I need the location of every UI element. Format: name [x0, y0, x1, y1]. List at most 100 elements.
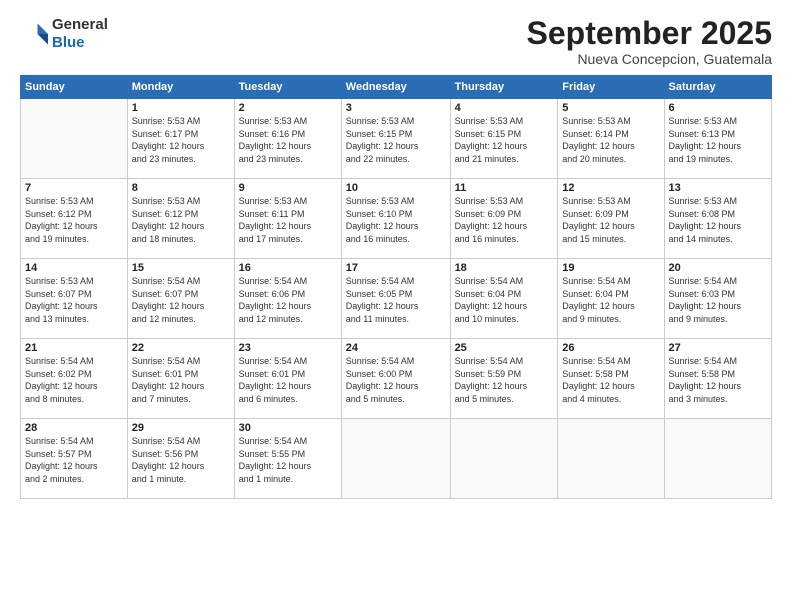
- day-info: Sunrise: 5:53 AM Sunset: 6:15 PM Dayligh…: [455, 115, 554, 165]
- day-info: Sunrise: 5:54 AM Sunset: 6:07 PM Dayligh…: [132, 275, 230, 325]
- day-number: 5: [562, 102, 659, 114]
- title-block: September 2025 Nueva Concepcion, Guatema…: [527, 16, 772, 67]
- calendar-cell: 16Sunrise: 5:54 AM Sunset: 6:06 PM Dayli…: [234, 259, 341, 339]
- day-info: Sunrise: 5:54 AM Sunset: 5:59 PM Dayligh…: [455, 355, 554, 405]
- day-number: 16: [239, 262, 337, 274]
- day-number: 27: [669, 342, 767, 354]
- header-cell-friday: Friday: [558, 76, 664, 99]
- day-info: Sunrise: 5:53 AM Sunset: 6:14 PM Dayligh…: [562, 115, 659, 165]
- header-cell-saturday: Saturday: [664, 76, 771, 99]
- day-number: 14: [25, 262, 123, 274]
- day-number: 30: [239, 422, 337, 434]
- header-row: SundayMondayTuesdayWednesdayThursdayFrid…: [21, 76, 772, 99]
- calendar-cell: 14Sunrise: 5:53 AM Sunset: 6:07 PM Dayli…: [21, 259, 128, 339]
- page: General Blue September 2025 Nueva Concep…: [0, 0, 792, 612]
- calendar-cell: 3Sunrise: 5:53 AM Sunset: 6:15 PM Daylig…: [341, 99, 450, 179]
- day-number: 1: [132, 102, 230, 114]
- calendar-cell: 10Sunrise: 5:53 AM Sunset: 6:10 PM Dayli…: [341, 179, 450, 259]
- day-number: 10: [346, 182, 446, 194]
- day-number: 13: [669, 182, 767, 194]
- calendar-cell: 5Sunrise: 5:53 AM Sunset: 6:14 PM Daylig…: [558, 99, 664, 179]
- logo-text: General Blue: [52, 16, 108, 52]
- header-cell-tuesday: Tuesday: [234, 76, 341, 99]
- calendar-week-4: 28Sunrise: 5:54 AM Sunset: 5:57 PM Dayli…: [21, 419, 772, 499]
- calendar-week-0: 1Sunrise: 5:53 AM Sunset: 6:17 PM Daylig…: [21, 99, 772, 179]
- calendar-cell: [664, 419, 771, 499]
- day-info: Sunrise: 5:54 AM Sunset: 5:58 PM Dayligh…: [562, 355, 659, 405]
- calendar-cell: 25Sunrise: 5:54 AM Sunset: 5:59 PM Dayli…: [450, 339, 558, 419]
- day-number: 24: [346, 342, 446, 354]
- day-info: Sunrise: 5:54 AM Sunset: 5:57 PM Dayligh…: [25, 435, 123, 485]
- calendar-cell: 26Sunrise: 5:54 AM Sunset: 5:58 PM Dayli…: [558, 339, 664, 419]
- calendar-table: SundayMondayTuesdayWednesdayThursdayFrid…: [20, 75, 772, 499]
- day-number: 7: [25, 182, 123, 194]
- calendar-cell: 7Sunrise: 5:53 AM Sunset: 6:12 PM Daylig…: [21, 179, 128, 259]
- day-number: 6: [669, 102, 767, 114]
- calendar-cell: [341, 419, 450, 499]
- day-info: Sunrise: 5:54 AM Sunset: 6:04 PM Dayligh…: [455, 275, 554, 325]
- day-info: Sunrise: 5:53 AM Sunset: 6:09 PM Dayligh…: [455, 195, 554, 245]
- day-number: 25: [455, 342, 554, 354]
- calendar-cell: 20Sunrise: 5:54 AM Sunset: 6:03 PM Dayli…: [664, 259, 771, 339]
- day-info: Sunrise: 5:54 AM Sunset: 6:01 PM Dayligh…: [239, 355, 337, 405]
- calendar-cell: 23Sunrise: 5:54 AM Sunset: 6:01 PM Dayli…: [234, 339, 341, 419]
- day-number: 8: [132, 182, 230, 194]
- header: General Blue September 2025 Nueva Concep…: [20, 16, 772, 67]
- calendar-cell: 9Sunrise: 5:53 AM Sunset: 6:11 PM Daylig…: [234, 179, 341, 259]
- calendar-cell: 12Sunrise: 5:53 AM Sunset: 6:09 PM Dayli…: [558, 179, 664, 259]
- logo-general: General: [52, 16, 108, 34]
- logo: General Blue: [20, 16, 108, 52]
- day-number: 11: [455, 182, 554, 194]
- day-info: Sunrise: 5:54 AM Sunset: 6:01 PM Dayligh…: [132, 355, 230, 405]
- day-number: 29: [132, 422, 230, 434]
- calendar-cell: 1Sunrise: 5:53 AM Sunset: 6:17 PM Daylig…: [127, 99, 234, 179]
- day-number: 2: [239, 102, 337, 114]
- day-info: Sunrise: 5:54 AM Sunset: 6:06 PM Dayligh…: [239, 275, 337, 325]
- day-number: 26: [562, 342, 659, 354]
- day-info: Sunrise: 5:53 AM Sunset: 6:17 PM Dayligh…: [132, 115, 230, 165]
- day-info: Sunrise: 5:53 AM Sunset: 6:11 PM Dayligh…: [239, 195, 337, 245]
- calendar-header: SundayMondayTuesdayWednesdayThursdayFrid…: [21, 76, 772, 99]
- day-info: Sunrise: 5:54 AM Sunset: 6:00 PM Dayligh…: [346, 355, 446, 405]
- day-info: Sunrise: 5:54 AM Sunset: 6:02 PM Dayligh…: [25, 355, 123, 405]
- calendar-cell: [450, 419, 558, 499]
- day-info: Sunrise: 5:53 AM Sunset: 6:07 PM Dayligh…: [25, 275, 123, 325]
- day-info: Sunrise: 5:53 AM Sunset: 6:16 PM Dayligh…: [239, 115, 337, 165]
- calendar-cell: 6Sunrise: 5:53 AM Sunset: 6:13 PM Daylig…: [664, 99, 771, 179]
- day-info: Sunrise: 5:53 AM Sunset: 6:13 PM Dayligh…: [669, 115, 767, 165]
- header-cell-wednesday: Wednesday: [341, 76, 450, 99]
- day-info: Sunrise: 5:54 AM Sunset: 5:58 PM Dayligh…: [669, 355, 767, 405]
- day-info: Sunrise: 5:54 AM Sunset: 5:56 PM Dayligh…: [132, 435, 230, 485]
- calendar-week-3: 21Sunrise: 5:54 AM Sunset: 6:02 PM Dayli…: [21, 339, 772, 419]
- day-info: Sunrise: 5:53 AM Sunset: 6:10 PM Dayligh…: [346, 195, 446, 245]
- calendar-cell: 4Sunrise: 5:53 AM Sunset: 6:15 PM Daylig…: [450, 99, 558, 179]
- day-number: 4: [455, 102, 554, 114]
- day-info: Sunrise: 5:53 AM Sunset: 6:09 PM Dayligh…: [562, 195, 659, 245]
- day-info: Sunrise: 5:53 AM Sunset: 6:08 PM Dayligh…: [669, 195, 767, 245]
- day-number: 17: [346, 262, 446, 274]
- day-number: 18: [455, 262, 554, 274]
- logo-icon: [20, 20, 48, 48]
- day-info: Sunrise: 5:54 AM Sunset: 6:04 PM Dayligh…: [562, 275, 659, 325]
- header-cell-sunday: Sunday: [21, 76, 128, 99]
- day-number: 15: [132, 262, 230, 274]
- calendar-cell: 8Sunrise: 5:53 AM Sunset: 6:12 PM Daylig…: [127, 179, 234, 259]
- day-info: Sunrise: 5:54 AM Sunset: 6:03 PM Dayligh…: [669, 275, 767, 325]
- calendar-cell: 30Sunrise: 5:54 AM Sunset: 5:55 PM Dayli…: [234, 419, 341, 499]
- day-number: 19: [562, 262, 659, 274]
- calendar-cell: [21, 99, 128, 179]
- day-info: Sunrise: 5:54 AM Sunset: 5:55 PM Dayligh…: [239, 435, 337, 485]
- day-number: 9: [239, 182, 337, 194]
- calendar-cell: 17Sunrise: 5:54 AM Sunset: 6:05 PM Dayli…: [341, 259, 450, 339]
- calendar-cell: 2Sunrise: 5:53 AM Sunset: 6:16 PM Daylig…: [234, 99, 341, 179]
- calendar-week-1: 7Sunrise: 5:53 AM Sunset: 6:12 PM Daylig…: [21, 179, 772, 259]
- location-subtitle: Nueva Concepcion, Guatemala: [527, 51, 772, 67]
- calendar-cell: 22Sunrise: 5:54 AM Sunset: 6:01 PM Dayli…: [127, 339, 234, 419]
- month-title: September 2025: [527, 16, 772, 51]
- header-cell-thursday: Thursday: [450, 76, 558, 99]
- logo-blue: Blue: [52, 34, 108, 52]
- calendar-cell: 15Sunrise: 5:54 AM Sunset: 6:07 PM Dayli…: [127, 259, 234, 339]
- day-info: Sunrise: 5:53 AM Sunset: 6:15 PM Dayligh…: [346, 115, 446, 165]
- day-number: 3: [346, 102, 446, 114]
- day-number: 21: [25, 342, 123, 354]
